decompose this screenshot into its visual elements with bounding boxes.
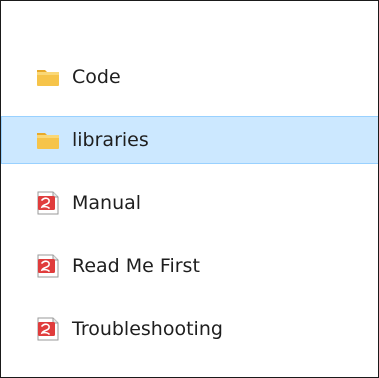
file-list-window: Code libraries Manual Read Me First Trou… (0, 0, 379, 378)
list-item-label: Manual (72, 192, 142, 214)
pdf-file-icon (36, 191, 60, 215)
list-item-label: libraries (72, 129, 149, 151)
list-item-libraries[interactable]: libraries (1, 116, 378, 164)
list-item-code[interactable]: Code (1, 53, 378, 101)
list-item-label: Troubleshooting (72, 318, 223, 340)
list-item-manual[interactable]: Manual (1, 179, 378, 227)
list-item-label: Read Me First (72, 255, 200, 277)
folder-icon (36, 65, 60, 89)
folder-icon (36, 128, 60, 152)
list-item-read-me-first[interactable]: Read Me First (1, 242, 378, 290)
pdf-file-icon (36, 254, 60, 278)
list-item-troubleshooting[interactable]: Troubleshooting (1, 305, 378, 353)
list-item-label: Code (72, 66, 121, 88)
pdf-file-icon (36, 317, 60, 341)
file-list: Code libraries Manual Read Me First Trou… (1, 53, 378, 368)
